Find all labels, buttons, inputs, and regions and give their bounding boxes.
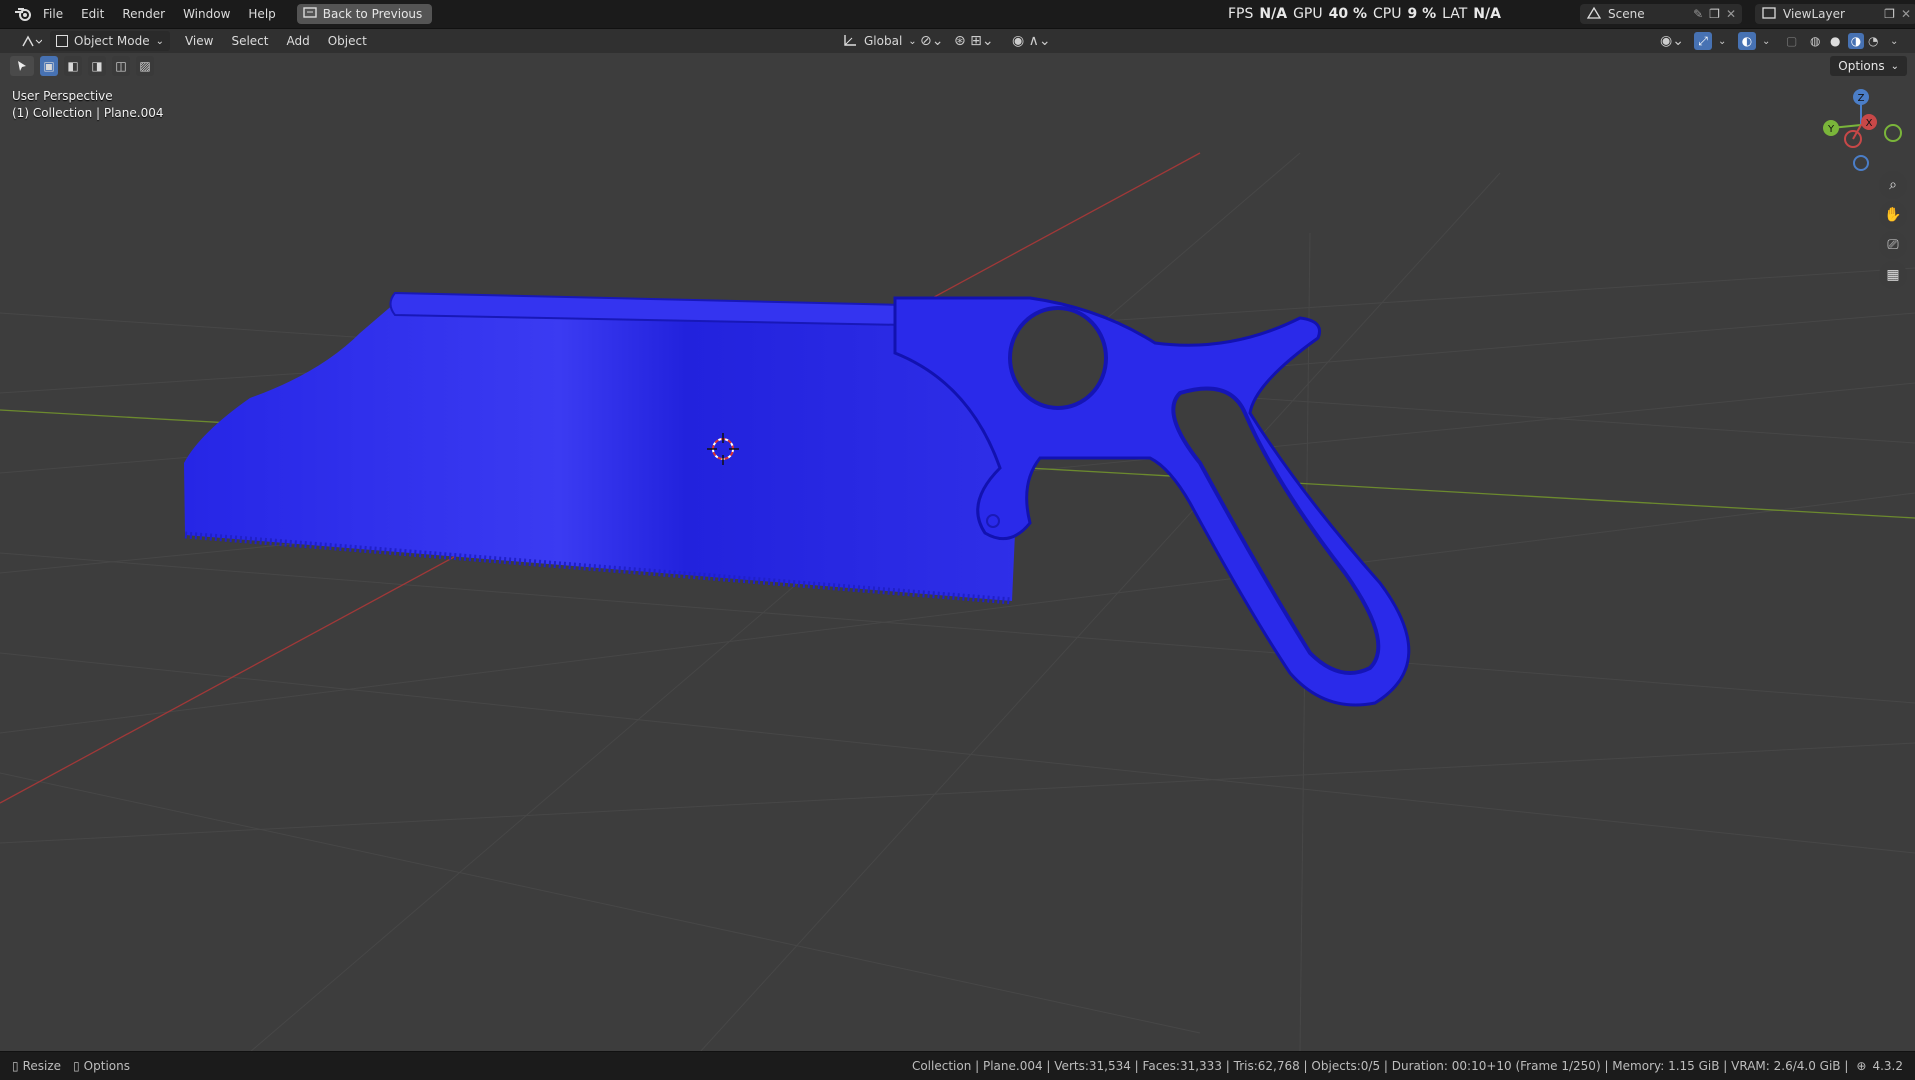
gizmo-neg-y-axis[interactable]: [1884, 124, 1902, 142]
menu-render[interactable]: Render: [113, 3, 174, 25]
material-shading-icon[interactable]: ◑: [1848, 33, 1864, 49]
select-mode-toolbar: ▣ ◧ ◨ ◫ ▨: [10, 56, 154, 76]
mode-dropdown[interactable]: Object Mode ⌄: [50, 31, 170, 51]
scene-name: Scene: [1608, 7, 1645, 21]
delete-scene-icon[interactable]: ✕: [1726, 7, 1736, 21]
shading-dropdown-icon[interactable]: ⌄: [1890, 36, 1898, 47]
overlay-toggle-icon[interactable]: ◐: [1738, 32, 1756, 50]
mouse-left-icon: ▯: [12, 1059, 19, 1073]
proportional-edit-icon[interactable]: ◉ ∧⌄: [1012, 33, 1051, 49]
object-mode-icon: [56, 35, 68, 47]
pivot-icon[interactable]: ⊘⌄: [920, 33, 943, 49]
fps-value: N/A: [1259, 6, 1288, 22]
globe-icon: ⊕: [1856, 1059, 1867, 1073]
menu-window[interactable]: Window: [174, 3, 239, 25]
select-tool-icon[interactable]: [10, 56, 34, 76]
select-invert-icon[interactable]: ◫: [112, 56, 130, 76]
delete-viewlayer-icon[interactable]: ✕: [1901, 7, 1911, 21]
saw-object[interactable]: [184, 291, 1411, 707]
top-bar: File Edit Render Window Help Back to Pre…: [0, 0, 1915, 29]
new-viewlayer-icon[interactable]: ❐: [1884, 7, 1895, 21]
handle-hole-upper: [1008, 306, 1108, 410]
gizmo-x-label: X: [1866, 118, 1873, 129]
floor-grid: [0, 152, 1915, 1052]
gizmo-toggle-icon[interactable]: ⤢: [1694, 32, 1712, 50]
menu-help[interactable]: Help: [239, 3, 284, 25]
gizmo-neg-z-axis[interactable]: [1853, 155, 1869, 171]
version-label: 4.3.2: [1872, 1059, 1903, 1073]
performance-stats: FPS N/A GPU 40 % CPU 9 % LAT N/A: [1228, 0, 1501, 28]
select-new-icon[interactable]: ▣: [40, 56, 58, 76]
pan-hand-icon[interactable]: ✋: [1879, 201, 1907, 229]
status-options-label: Options: [83, 1059, 130, 1073]
select-subtract-icon[interactable]: ◨: [88, 56, 106, 76]
menu-object[interactable]: Object: [319, 30, 376, 52]
solid-shading-icon[interactable]: ●: [1830, 34, 1840, 48]
gizmo-dropdown-icon[interactable]: ⌄: [1718, 36, 1726, 47]
navigation-gizmo[interactable]: Z Y X: [1823, 89, 1902, 171]
scene-selector[interactable]: Scene ✎ ❐ ✕: [1580, 4, 1742, 24]
viewport-scene[interactable]: Z Y X: [0, 53, 1915, 1052]
3d-viewport[interactable]: Z Y X User Perspective (1) Collection | …: [0, 53, 1915, 1052]
back-to-previous-label: Back to Previous: [322, 7, 423, 21]
chevron-down-icon: ⌄: [155, 35, 164, 47]
menu-select[interactable]: Select: [222, 30, 277, 52]
viewlayer-name: ViewLayer: [1783, 7, 1845, 21]
select-intersect-icon[interactable]: ▨: [136, 56, 154, 76]
orientation-dropdown[interactable]: Global ⌄: [836, 31, 923, 51]
chevron-down-icon: ⌄: [908, 35, 917, 47]
lat-value: N/A: [1473, 6, 1501, 22]
back-to-previous-button[interactable]: Back to Previous: [296, 4, 433, 24]
editor-type-icon[interactable]: [16, 34, 46, 48]
snap-icon[interactable]: ⊛ ⊞⌄: [954, 33, 994, 49]
mode-label: Object Mode: [74, 34, 150, 48]
perspective-toggle-icon[interactable]: ▦: [1879, 261, 1907, 289]
status-bar: ▯ Resize ▯ Options Collection | Plane.00…: [0, 1051, 1915, 1080]
gpu-label: GPU: [1293, 6, 1323, 22]
zoom-icon[interactable]: ⌕: [1879, 171, 1907, 199]
view-perspective-label: User Perspective: [12, 89, 113, 103]
fps-label: FPS: [1228, 6, 1254, 22]
menu-file[interactable]: File: [34, 3, 72, 25]
menu-view[interactable]: View: [176, 30, 222, 52]
viewport-header: Object Mode ⌄ View Select Add Object Glo…: [0, 29, 1915, 53]
camera-view-icon[interactable]: ⎚: [1879, 231, 1907, 259]
gpu-value: 40 %: [1328, 6, 1367, 22]
orientation-label: Global: [864, 34, 903, 48]
chevron-down-icon: ⌄: [1890, 60, 1899, 72]
viewlayer-icon: [1761, 6, 1777, 23]
axes-icon: [842, 33, 858, 50]
scene-statistics: Collection | Plane.004 | Verts:31,534 | …: [911, 1059, 1849, 1073]
wireframe-shading-icon[interactable]: ◍: [1810, 34, 1820, 48]
menu-edit[interactable]: Edit: [72, 3, 113, 25]
collection-info-label: (1) Collection | Plane.004: [12, 106, 164, 120]
mouse-right-icon: ▯: [73, 1059, 80, 1073]
cpu-label: CPU: [1373, 6, 1402, 22]
rendered-shading-icon[interactable]: ◔: [1868, 34, 1878, 48]
scene-icon: [1586, 6, 1602, 23]
visibility-icon[interactable]: ◉⌄: [1660, 33, 1684, 49]
gizmo-z-label: Z: [1858, 93, 1865, 104]
select-extend-icon[interactable]: ◧: [64, 56, 82, 76]
overlay-dropdown-icon[interactable]: ⌄: [1762, 36, 1770, 47]
options-button[interactable]: Options ⌄: [1830, 56, 1907, 76]
viewlayer-selector[interactable]: ViewLayer ❐ ✕: [1755, 4, 1915, 24]
screen-icon: [303, 6, 317, 22]
new-scene-icon[interactable]: ❐: [1709, 7, 1720, 21]
pin-icon[interactable]: ✎: [1693, 7, 1703, 21]
options-label: Options: [1838, 59, 1885, 73]
blender-logo-icon[interactable]: [12, 6, 34, 22]
cpu-value: 9 %: [1407, 6, 1437, 22]
gizmo-y-label: Y: [1827, 124, 1835, 135]
xray-icon[interactable]: ▢: [1786, 34, 1797, 48]
lat-label: LAT: [1442, 6, 1468, 22]
menu-add[interactable]: Add: [278, 30, 319, 52]
status-resize-label: Resize: [22, 1059, 62, 1073]
